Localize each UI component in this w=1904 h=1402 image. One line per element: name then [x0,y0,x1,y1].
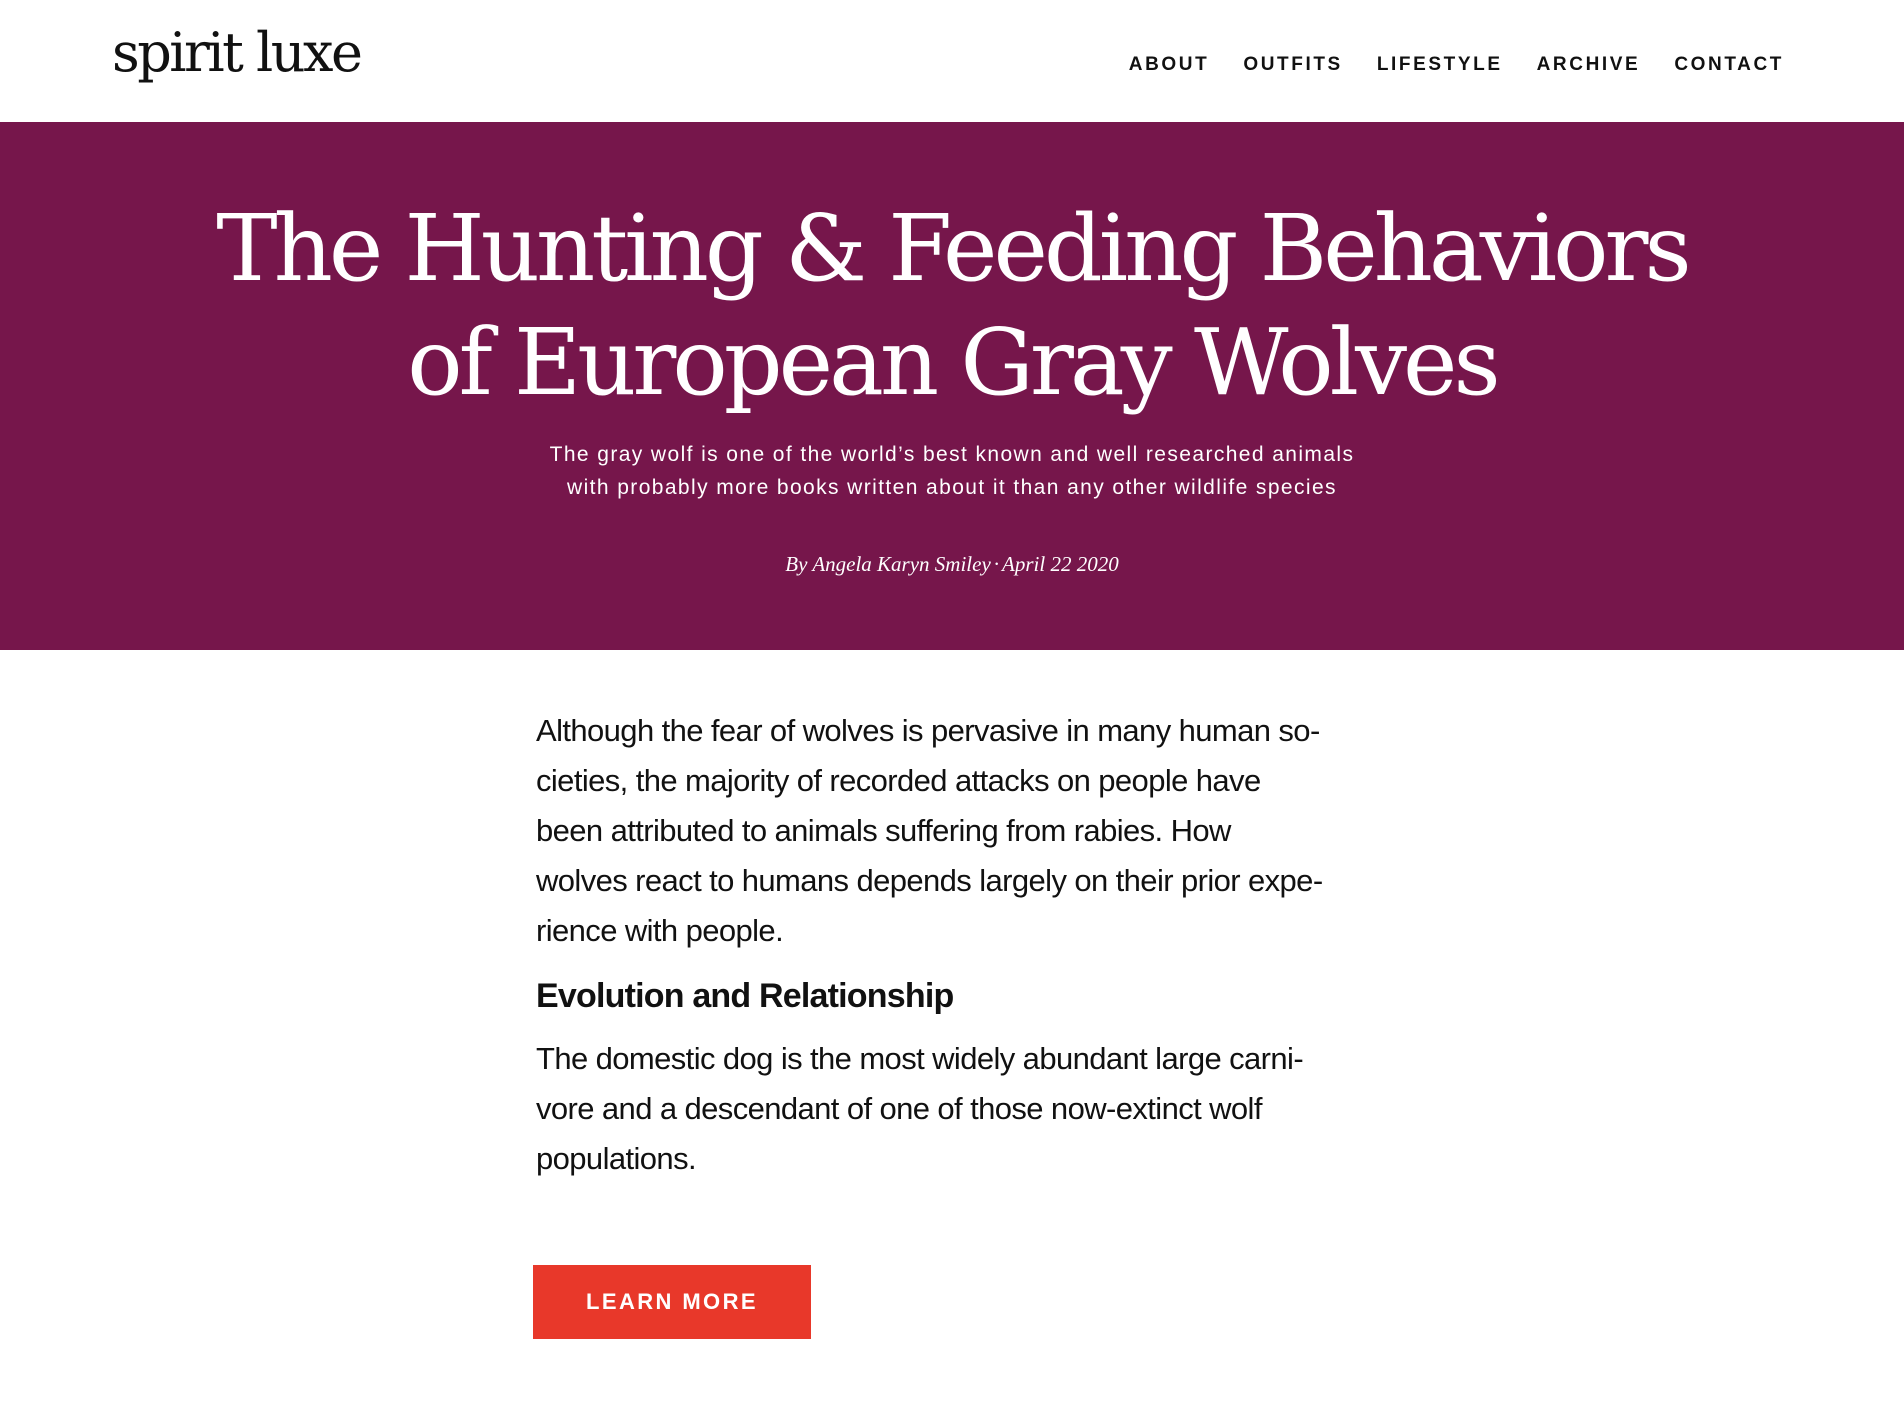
byline-separator: · [993,552,1000,576]
site-logo[interactable]: spirit luxe [112,26,363,80]
article-subtitle: The gray wolf is one of the world’s best… [402,438,1502,504]
body-paragraph: The domestic dog is the most widely abun… [536,1034,1396,1184]
article-title: The Hunting & Feeding Behaviors of Europ… [150,192,1754,420]
article-title-line: The Hunting & Feeding Behaviors [216,195,1692,302]
paragraph-line: The domestic dog is the most widely abun… [536,1041,1304,1076]
article-body: Although the fear of wolves is pervasive… [536,706,1396,1184]
site-header: spirit luxe ABOUT OUTFITS LIFESTYLE ARCH… [0,0,1904,122]
section-heading: Evolution and Relationship [536,977,954,1015]
main-nav: ABOUT OUTFITS LIFESTYLE ARCHIVE CONTACT [1095,54,1784,76]
paragraph-line: vore and a descendant of one of those no… [536,1091,1262,1126]
nav-contact[interactable]: CONTACT [1674,54,1784,76]
paragraph-line: cieties, the majority of recorded attack… [536,763,1261,798]
author-name: By Angela Karyn Smiley [785,552,991,576]
paragraph-line: wolves react to humans depends largely o… [536,863,1323,898]
nav-lifestyle[interactable]: LIFESTYLE [1377,54,1503,76]
article-byline: By Angela Karyn Smiley · April 22 2020 [0,552,1904,577]
intro-paragraph: Although the fear of wolves is pervasive… [536,706,1396,956]
nav-about[interactable]: ABOUT [1129,54,1210,76]
paragraph-line: been attributed to animals suffering fro… [536,813,1231,848]
hero-banner: The Hunting & Feeding Behaviors of Europ… [0,122,1904,650]
nav-archive[interactable]: ARCHIVE [1537,54,1641,76]
publish-date: April 22 2020 [1002,552,1119,576]
paragraph-line: populations. [536,1141,697,1176]
learn-more-button[interactable]: LEARN MORE [533,1265,811,1339]
article-title-line: of European Gray Wolves [407,309,1500,416]
article-subtitle-line: with probably more books written about i… [567,476,1337,499]
nav-outfits[interactable]: OUTFITS [1243,54,1342,76]
article-subtitle-line: The gray wolf is one of the world’s best… [549,443,1355,466]
paragraph-line: Although the fear of wolves is pervasive… [536,713,1320,748]
paragraph-line: rience with people. [536,913,784,948]
